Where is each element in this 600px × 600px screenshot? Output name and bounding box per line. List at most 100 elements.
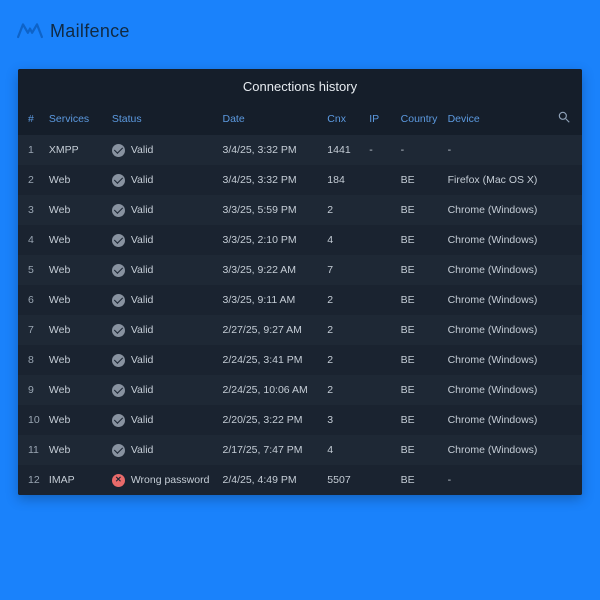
cell-date: 3/3/25, 9:11 AM (218, 285, 323, 315)
check-circle-icon (112, 354, 125, 367)
table-header-row: # Services Status Date Cnx IP Country De… (18, 102, 582, 135)
table-row[interactable]: 11WebValid2/17/25, 7:47 PM4BEChrome (Win… (18, 435, 582, 465)
cell-cnx: 3 (323, 405, 365, 435)
cell-date: 2/24/25, 10:06 AM (218, 375, 323, 405)
cell-cnx: 2 (323, 345, 365, 375)
cell-status: Valid (108, 195, 219, 225)
cell-device: Chrome (Windows) (444, 195, 582, 225)
cell-cnx: 5507 (323, 465, 365, 495)
status-label: Valid (131, 204, 154, 216)
cell-date: 3/3/25, 5:59 PM (218, 195, 323, 225)
cell-service: Web (45, 435, 108, 465)
cell-date: 2/20/25, 3:22 PM (218, 405, 323, 435)
check-circle-icon (112, 204, 125, 217)
cell-country: BE (397, 225, 444, 255)
col-ip[interactable]: IP (365, 102, 396, 135)
cell-country: BE (397, 435, 444, 465)
cell-cnx: 7 (323, 255, 365, 285)
cell-status: Valid (108, 165, 219, 195)
status-label: Valid (131, 174, 154, 186)
brand-name: Mailfence (50, 21, 130, 42)
cell-ip (365, 255, 396, 285)
cell-ip (365, 165, 396, 195)
cell-cnx: 4 (323, 225, 365, 255)
table-row[interactable]: 10WebValid2/20/25, 3:22 PM3BEChrome (Win… (18, 405, 582, 435)
cell-device: Chrome (Windows) (444, 405, 582, 435)
cell-status: Valid (108, 255, 219, 285)
col-date[interactable]: Date (218, 102, 323, 135)
col-services[interactable]: Services (45, 102, 108, 135)
table-row[interactable]: 1XMPPValid3/4/25, 3:32 PM1441--- (18, 135, 582, 165)
col-search[interactable] (553, 102, 582, 135)
col-country[interactable]: Country (397, 102, 444, 135)
cell-cnx: 2 (323, 195, 365, 225)
cell-num: 12 (18, 465, 45, 495)
cell-date: 2/24/25, 3:41 PM (218, 345, 323, 375)
cell-cnx: 184 (323, 165, 365, 195)
table-row[interactable]: 3WebValid3/3/25, 5:59 PM2BEChrome (Windo… (18, 195, 582, 225)
cell-service: Web (45, 375, 108, 405)
cell-ip (365, 315, 396, 345)
panel-title: Connections history (18, 69, 582, 102)
mailfence-logo-icon (16, 16, 44, 47)
cell-date: 3/3/25, 9:22 AM (218, 255, 323, 285)
cell-date: 3/4/25, 3:32 PM (218, 165, 323, 195)
cell-ip: - (365, 135, 396, 165)
table-row[interactable]: 9WebValid2/24/25, 10:06 AM2BEChrome (Win… (18, 375, 582, 405)
cell-country: BE (397, 465, 444, 495)
status-label: Wrong password (131, 474, 210, 486)
cell-num: 11 (18, 435, 45, 465)
table-row[interactable]: 2WebValid3/4/25, 3:32 PM184BEFirefox (Ma… (18, 165, 582, 195)
cell-device: Chrome (Windows) (444, 315, 582, 345)
cell-num: 8 (18, 345, 45, 375)
cell-device: Chrome (Windows) (444, 255, 582, 285)
cell-date: 2/17/25, 7:47 PM (218, 435, 323, 465)
check-circle-icon (112, 324, 125, 337)
col-num[interactable]: # (18, 102, 45, 135)
status-label: Valid (131, 414, 154, 426)
cell-device: Chrome (Windows) (444, 225, 582, 255)
cell-country: BE (397, 345, 444, 375)
cell-country: BE (397, 375, 444, 405)
col-status[interactable]: Status (108, 102, 219, 135)
search-icon (557, 115, 571, 127)
table-row[interactable]: 7WebValid2/27/25, 9:27 AM2BEChrome (Wind… (18, 315, 582, 345)
cell-ip (365, 225, 396, 255)
cell-ip (365, 375, 396, 405)
check-circle-icon (112, 294, 125, 307)
connections-table: # Services Status Date Cnx IP Country De… (18, 102, 582, 495)
cell-country: BE (397, 405, 444, 435)
cell-ip (365, 465, 396, 495)
x-circle-icon (112, 474, 125, 487)
check-circle-icon (112, 414, 125, 427)
cell-ip (365, 285, 396, 315)
cell-num: 10 (18, 405, 45, 435)
cell-status: Valid (108, 225, 219, 255)
cell-date: 3/3/25, 2:10 PM (218, 225, 323, 255)
cell-ip (365, 405, 396, 435)
cell-num: 3 (18, 195, 45, 225)
cell-device: - (444, 465, 582, 495)
table-row[interactable]: 5WebValid3/3/25, 9:22 AM7BEChrome (Windo… (18, 255, 582, 285)
status-label: Valid (131, 354, 154, 366)
col-cnx[interactable]: Cnx (323, 102, 365, 135)
status-label: Valid (131, 144, 154, 156)
status-label: Valid (131, 294, 154, 306)
cell-country: BE (397, 255, 444, 285)
col-device[interactable]: Device (444, 102, 553, 135)
cell-status: Valid (108, 345, 219, 375)
cell-num: 4 (18, 225, 45, 255)
cell-num: 7 (18, 315, 45, 345)
check-circle-icon (112, 144, 125, 157)
table-row[interactable]: 12IMAPWrong password2/4/25, 4:49 PM5507B… (18, 465, 582, 495)
table-row[interactable]: 8WebValid2/24/25, 3:41 PM2BEChrome (Wind… (18, 345, 582, 375)
cell-num: 6 (18, 285, 45, 315)
cell-status: Valid (108, 315, 219, 345)
cell-device: - (444, 135, 582, 165)
cell-ip (365, 345, 396, 375)
table-row[interactable]: 4WebValid3/3/25, 2:10 PM4BEChrome (Windo… (18, 225, 582, 255)
cell-date: 2/27/25, 9:27 AM (218, 315, 323, 345)
table-row[interactable]: 6WebValid3/3/25, 9:11 AM2BEChrome (Windo… (18, 285, 582, 315)
cell-num: 2 (18, 165, 45, 195)
cell-device: Firefox (Mac OS X) (444, 165, 582, 195)
